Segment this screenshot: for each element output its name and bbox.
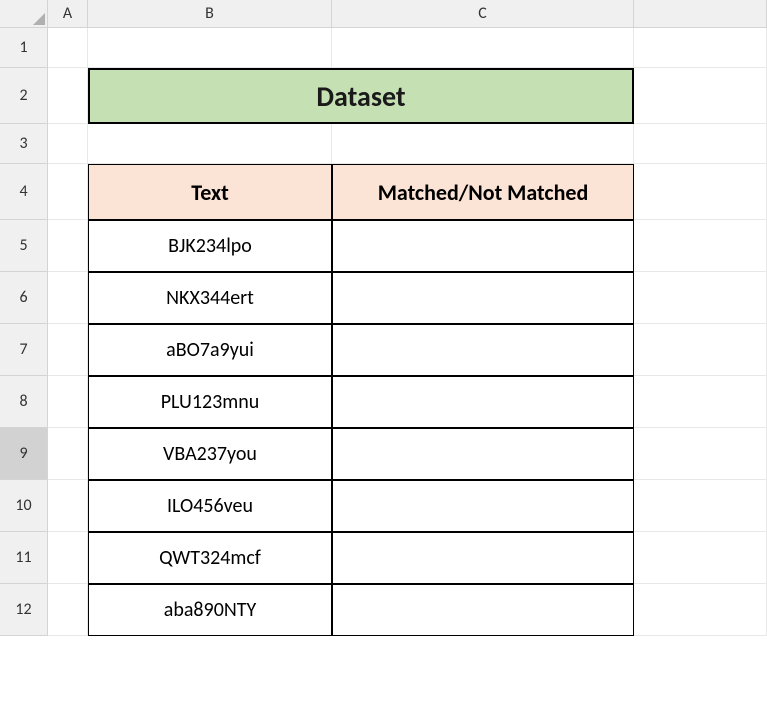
table-row[interactable] bbox=[332, 324, 634, 376]
cell-A8[interactable] bbox=[48, 376, 88, 428]
cell-blank[interactable] bbox=[634, 324, 767, 376]
row-header-10[interactable]: 10 bbox=[0, 480, 48, 532]
table-row[interactable] bbox=[332, 220, 634, 272]
cell-A10[interactable] bbox=[48, 480, 88, 532]
cell-A1[interactable] bbox=[48, 28, 88, 68]
row-header-12[interactable]: 12 bbox=[0, 584, 48, 636]
row-header-11[interactable]: 11 bbox=[0, 532, 48, 584]
cell-A12[interactable] bbox=[48, 584, 88, 636]
dataset-title[interactable]: Dataset bbox=[88, 68, 634, 124]
cell-blank[interactable] bbox=[634, 376, 767, 428]
cell-blank[interactable] bbox=[634, 532, 767, 584]
cell-blank[interactable] bbox=[634, 272, 767, 324]
cell-A11[interactable] bbox=[48, 532, 88, 584]
row-header-3[interactable]: 3 bbox=[0, 124, 48, 164]
table-row[interactable] bbox=[332, 532, 634, 584]
cell-A7[interactable] bbox=[48, 324, 88, 376]
cell-A6[interactable] bbox=[48, 272, 88, 324]
cell-blank[interactable] bbox=[634, 124, 767, 164]
col-header-B[interactable]: B bbox=[88, 0, 332, 28]
row-header-4[interactable]: 4 bbox=[0, 164, 48, 220]
table-row[interactable]: NKX344ert bbox=[88, 272, 332, 324]
row-header-8[interactable]: 8 bbox=[0, 376, 48, 428]
table-row[interactable] bbox=[332, 428, 634, 480]
table-row[interactable]: VBA237you bbox=[88, 428, 332, 480]
cell-A4[interactable] bbox=[48, 164, 88, 220]
table-header-text[interactable]: Text bbox=[88, 164, 332, 220]
table-row[interactable] bbox=[332, 480, 634, 532]
cell-A3[interactable] bbox=[48, 124, 88, 164]
select-all-corner[interactable] bbox=[0, 0, 48, 28]
table-row[interactable]: PLU123mnu bbox=[88, 376, 332, 428]
col-header-blank bbox=[634, 0, 767, 28]
cell-blank[interactable] bbox=[634, 28, 767, 68]
row-header-7[interactable]: 7 bbox=[0, 324, 48, 376]
col-header-C[interactable]: C bbox=[332, 0, 634, 28]
table-row[interactable] bbox=[332, 584, 634, 636]
cell-C1[interactable] bbox=[332, 28, 634, 68]
cell-B3[interactable] bbox=[88, 124, 332, 164]
cell-B1[interactable] bbox=[88, 28, 332, 68]
cell-blank[interactable] bbox=[634, 68, 767, 124]
cell-A2[interactable] bbox=[48, 68, 88, 124]
cell-A9[interactable] bbox=[48, 428, 88, 480]
table-row[interactable]: BJK234lpo bbox=[88, 220, 332, 272]
row-header-1[interactable]: 1 bbox=[0, 28, 48, 68]
cell-A5[interactable] bbox=[48, 220, 88, 272]
table-row[interactable]: ILO456veu bbox=[88, 480, 332, 532]
table-row[interactable] bbox=[332, 376, 634, 428]
table-row[interactable]: QWT324mcf bbox=[88, 532, 332, 584]
row-header-2[interactable]: 2 bbox=[0, 68, 48, 124]
row-header-6[interactable]: 6 bbox=[0, 272, 48, 324]
table-row[interactable]: aba890NTY bbox=[88, 584, 332, 636]
row-header-5[interactable]: 5 bbox=[0, 220, 48, 272]
cell-C3[interactable] bbox=[332, 124, 634, 164]
col-header-A[interactable]: A bbox=[48, 0, 88, 28]
spreadsheet-grid: A B C 1 2 3 4 5 6 7 8 9 10 11 12 Dataset… bbox=[0, 0, 767, 636]
table-row[interactable]: aBO7a9yui bbox=[88, 324, 332, 376]
cell-blank[interactable] bbox=[634, 164, 767, 220]
cell-blank[interactable] bbox=[634, 480, 767, 532]
cell-blank[interactable] bbox=[634, 428, 767, 480]
table-row[interactable] bbox=[332, 272, 634, 324]
cell-blank[interactable] bbox=[634, 584, 767, 636]
row-header-9[interactable]: 9 bbox=[0, 428, 48, 480]
cell-blank[interactable] bbox=[634, 220, 767, 272]
table-header-matched[interactable]: Matched/Not Matched bbox=[332, 164, 634, 220]
